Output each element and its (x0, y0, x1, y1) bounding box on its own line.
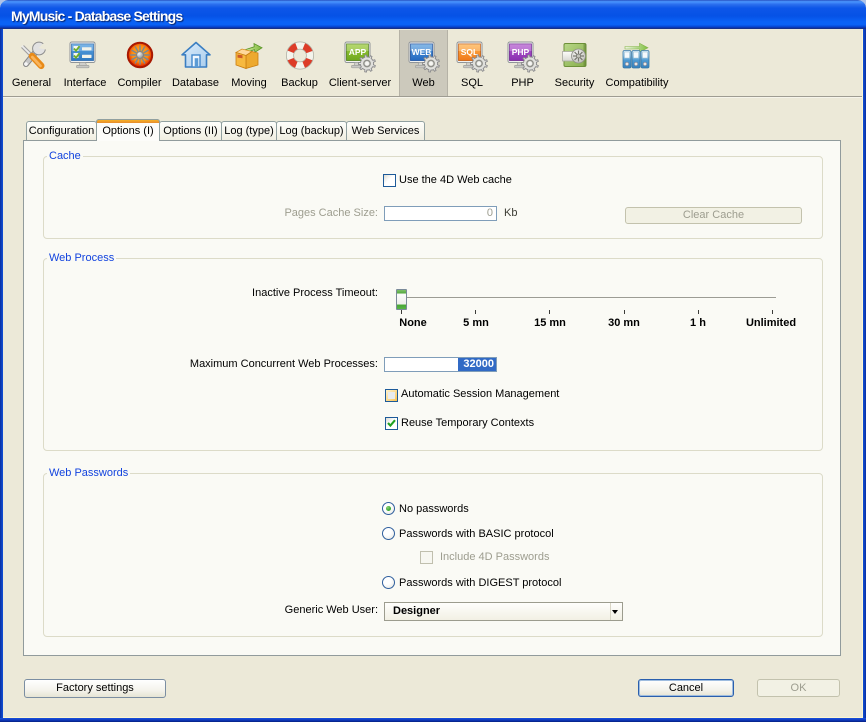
svg-text:SQL: SQL (461, 47, 478, 57)
svg-text:APP: APP (349, 47, 367, 57)
svg-text:PHP: PHP (511, 47, 529, 57)
